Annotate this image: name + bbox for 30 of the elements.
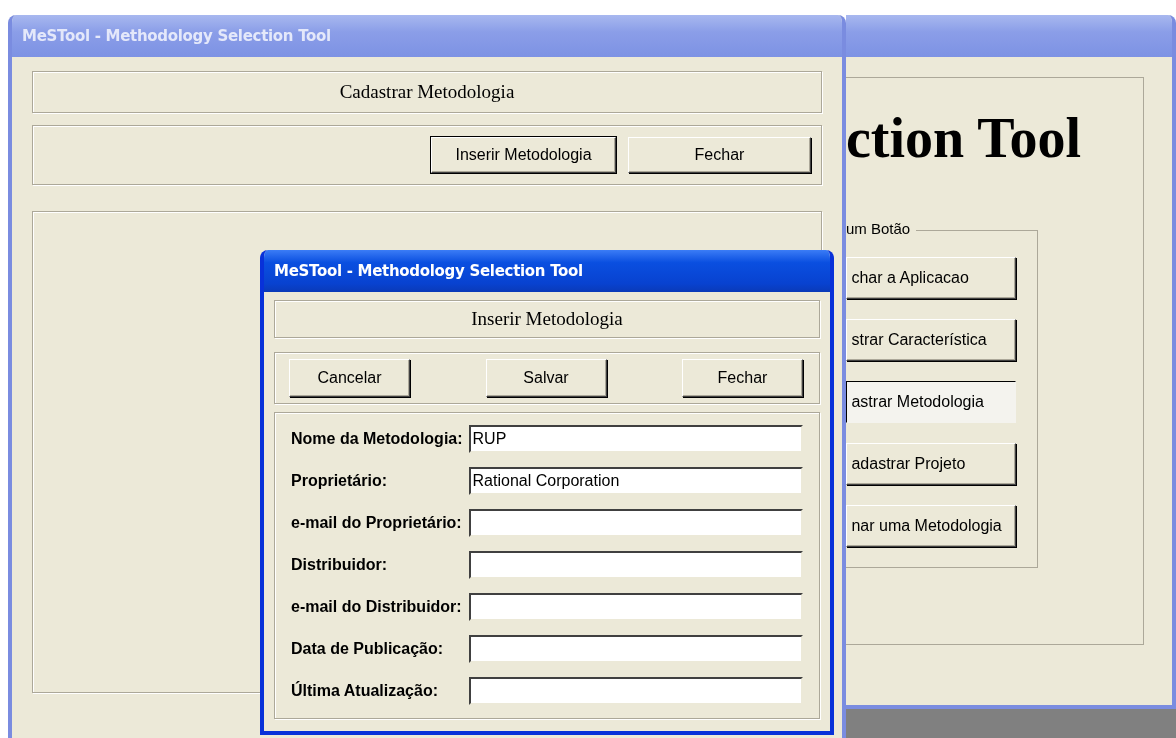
menu-button[interactable]: char a Aplicacao (846, 257, 1016, 299)
input-field[interactable] (468, 593, 803, 621)
field-label: Data de Publicação: (291, 640, 445, 658)
window-title: MeSTool - Methodology Selection Tool (22, 27, 331, 45)
field-label: Nome da Metodologia: (291, 430, 463, 448)
action-button[interactable]: Cancelar (289, 359, 410, 397)
menu-button[interactable]: astrar Metodologia (846, 381, 1016, 423)
input-field[interactable] (468, 677, 803, 705)
header-text: Cadastrar Metodologia (339, 81, 515, 103)
action-button[interactable]: Fechar (682, 359, 803, 397)
app-heading: ction Tool (846, 110, 1082, 166)
menu-button[interactable]: nar uma Metodologia (846, 505, 1016, 547)
field-label: Distribuidor: (291, 556, 388, 574)
field-label: e-mail do Proprietário: (291, 514, 463, 532)
input-field[interactable]: RUP (468, 425, 803, 453)
window-title: MeSTool - Methodology Selection Tool (274, 262, 583, 280)
field-label: Última Atualização: (291, 682, 439, 700)
action-button[interactable]: Salvar (485, 359, 607, 397)
menu-button[interactable]: adastrar Projeto (846, 443, 1016, 485)
field-label: Proprietário: (291, 472, 388, 490)
input-field[interactable] (468, 509, 803, 537)
group-label: um Botão (846, 220, 917, 237)
input-field[interactable] (468, 635, 803, 663)
menu-button[interactable]: strar Característica (846, 319, 1016, 361)
input-field[interactable] (468, 551, 803, 579)
field-label: e-mail do Distribuidor: (291, 598, 463, 616)
action-button[interactable]: Fechar (628, 137, 811, 173)
header-text: Inserir Metodologia (471, 308, 623, 330)
action-button[interactable]: Inserir Metodologia (431, 137, 616, 173)
input-field[interactable]: Rational Corporation (468, 467, 803, 495)
